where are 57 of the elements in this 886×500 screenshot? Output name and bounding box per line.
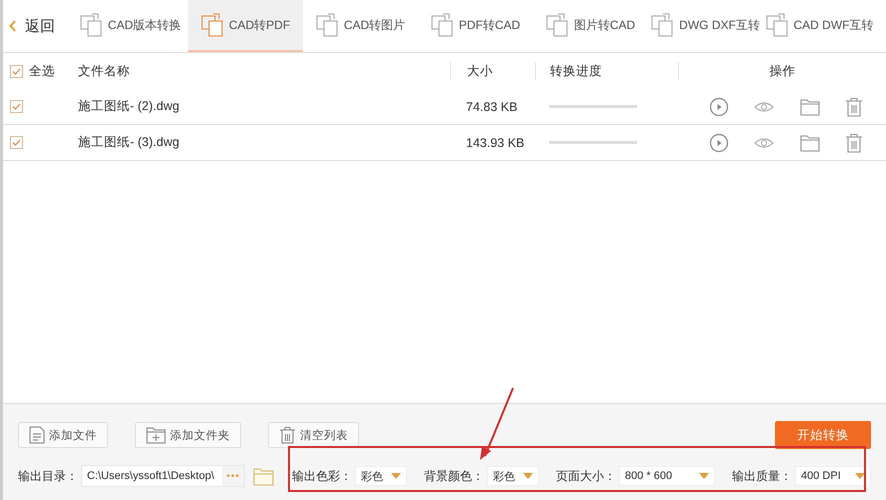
- tab[interactable]: CAD DWF互转: [763, 0, 876, 52]
- trash-icon: [845, 132, 864, 152]
- document-icon: [200, 13, 223, 37]
- toolbar-button[interactable]: 添加文件: [18, 422, 108, 448]
- checkbox[interactable]: [10, 100, 23, 113]
- dropdown[interactable]: 400 DPI: [795, 466, 871, 486]
- column-header: 大小: [467, 62, 493, 80]
- document-icon: [430, 13, 453, 37]
- toolbar-button[interactable]: 清空列表: [268, 422, 359, 448]
- dropdown[interactable]: 800 * 600: [619, 466, 715, 486]
- chevron-left-icon: [9, 20, 17, 32]
- dropdown[interactable]: 彩色: [487, 466, 539, 486]
- tab[interactable]: PDF转CAD: [418, 0, 533, 52]
- tab[interactable]: CAD版本转换: [73, 0, 188, 52]
- dropdown-arrow-icon: [391, 473, 401, 479]
- dropdown-arrow-icon: [855, 473, 865, 479]
- eye-icon: [754, 136, 774, 150]
- field-label: 输出色彩：: [292, 468, 352, 484]
- eye-icon: [754, 100, 774, 114]
- document-icon: [80, 13, 102, 37]
- file-name: 施工图纸- (3).dwg: [78, 135, 180, 149]
- dropdown-arrow-icon: [523, 473, 533, 479]
- column-header: 操作: [770, 62, 796, 80]
- checkbox[interactable]: [10, 64, 23, 78]
- checkbox[interactable]: [10, 136, 23, 149]
- tab[interactable]: CAD转PDF: [188, 0, 303, 52]
- column-header: 转换进度: [550, 62, 602, 80]
- column-header: 文件名称: [78, 64, 130, 78]
- trash-icon: [845, 96, 864, 116]
- play-icon: [708, 96, 729, 116]
- file-size: 143.93 KB: [466, 136, 524, 150]
- trash-icon: [279, 426, 296, 444]
- document-icon: [766, 13, 788, 37]
- field-label: 页面大小：: [556, 468, 616, 484]
- folder-icon: [800, 134, 820, 152]
- back-button[interactable]: 返回: [3, 0, 73, 52]
- play-icon: [708, 132, 729, 152]
- document-icon: [651, 13, 674, 37]
- field-label: 输出目录：: [18, 468, 78, 484]
- tab[interactable]: 图片转CAD: [533, 0, 648, 52]
- folder-icon: [800, 98, 820, 116]
- dropdown-arrow-icon: [699, 473, 709, 479]
- tab[interactable]: DWG DXF互转: [648, 0, 763, 52]
- document-icon: [316, 13, 338, 37]
- select-all-label: 全选: [29, 62, 55, 80]
- folder-icon: [253, 466, 274, 486]
- field-label: 背景颜色：: [424, 468, 484, 484]
- path-field[interactable]: C:\Users\yssoft1\Desktop\ •••: [81, 465, 245, 487]
- file-size: 74.83 KB: [466, 100, 518, 114]
- document-icon: [29, 426, 45, 444]
- file-name: 施工图纸- (2).dwg: [78, 99, 180, 113]
- dropdown[interactable]: 彩色: [355, 466, 407, 486]
- field-label: 输出质量：: [732, 468, 792, 484]
- tab[interactable]: CAD转图片: [303, 0, 418, 52]
- folder-plus-icon: [146, 426, 166, 444]
- document-icon: [546, 13, 568, 37]
- toolbar-button[interactable]: 添加文件夹: [135, 422, 241, 448]
